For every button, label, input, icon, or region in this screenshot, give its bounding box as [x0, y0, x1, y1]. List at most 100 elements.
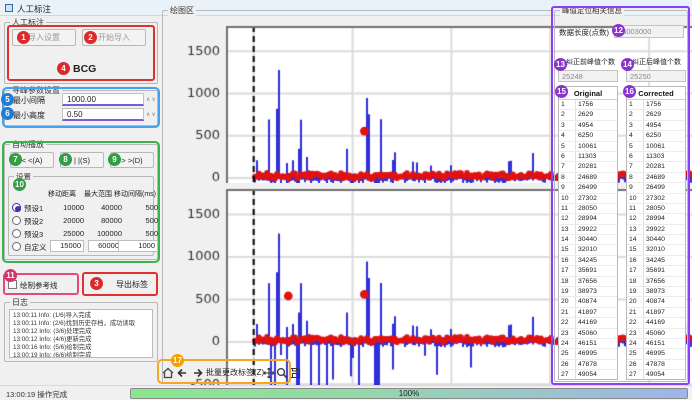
table-row[interactable]: 2446151 [559, 339, 617, 349]
table-row[interactable]: 34954 [627, 121, 685, 131]
row-value: 46151 [578, 340, 597, 347]
table-row[interactable]: 1735691 [559, 266, 617, 276]
table-row[interactable]: 22629 [627, 110, 685, 120]
table-row[interactable]: 2546995 [627, 349, 685, 359]
row-index: 4 [561, 132, 575, 139]
preset-radio-4[interactable] [12, 242, 21, 251]
preset-value: 40000 [88, 203, 122, 212]
preset-radio-3[interactable] [12, 229, 21, 238]
preset-radio-1[interactable] [12, 203, 21, 212]
batch-change-labels-button[interactable]: 批量更改标签(Z) [206, 367, 264, 378]
row-index: 8 [629, 174, 643, 181]
table-row[interactable]: 1128050 [559, 204, 617, 214]
forward-icon[interactable] [191, 366, 203, 378]
table-row[interactable]: 510061 [559, 142, 617, 152]
row-index: 22 [629, 319, 643, 326]
table-row[interactable]: 1634245 [627, 256, 685, 266]
table-row[interactable]: 34954 [559, 121, 617, 131]
table-row[interactable]: 11756 [627, 100, 685, 110]
original-peaks-table[interactable]: Original 1175622629349544625051006161130… [558, 86, 618, 380]
group-autoplay-label: 自动播放 [10, 139, 46, 150]
table-row[interactable]: 824689 [627, 173, 685, 183]
table-row[interactable]: 1837656 [559, 277, 617, 287]
table-row[interactable]: 1329922 [559, 225, 617, 235]
min-interval-input[interactable]: 1000.00 [62, 93, 144, 106]
row-value: 27302 [646, 195, 665, 202]
table-row[interactable]: 1329922 [627, 225, 685, 235]
row-value: 29922 [646, 226, 665, 233]
min-height-spinner[interactable]: ∧∨ [146, 111, 157, 118]
table-row[interactable]: 720281 [627, 162, 685, 172]
row-index: 3 [561, 122, 575, 129]
table-row[interactable]: 1532010 [627, 245, 685, 255]
table-row[interactable]: 1938973 [627, 287, 685, 297]
preset-value-input[interactable]: 1000 [118, 240, 158, 252]
zoom-icon[interactable] [276, 366, 288, 378]
row-index: 15 [561, 246, 575, 253]
table-row[interactable]: 1027302 [559, 194, 617, 204]
table-row[interactable]: 2141897 [627, 308, 685, 318]
table-row[interactable]: 46250 [627, 131, 685, 141]
table-row[interactable]: 611303 [559, 152, 617, 162]
table-row[interactable]: 611303 [627, 152, 685, 162]
table-row[interactable]: 1027302 [627, 194, 685, 204]
back-icon[interactable] [177, 366, 189, 378]
row-value: 37656 [578, 278, 597, 285]
corrected-peaks-table[interactable]: Corrected 117562262934954462505100616113… [626, 86, 686, 380]
table-row[interactable]: 720281 [559, 162, 617, 172]
row-index: 8 [561, 174, 575, 181]
table-row[interactable]: 926499 [559, 183, 617, 193]
row-index: 24 [561, 340, 575, 347]
row-index: 9 [561, 184, 575, 191]
table-row[interactable]: 2749054 [627, 370, 685, 380]
table-row[interactable]: 2546995 [559, 349, 617, 359]
table-row[interactable]: 2647878 [559, 360, 617, 370]
table-row[interactable]: 2345060 [559, 329, 617, 339]
row-index: 13 [561, 226, 575, 233]
row-index: 5 [561, 143, 575, 150]
group-peak-params-label: 寻峰参数设置 [10, 85, 62, 96]
row-value: 30440 [646, 236, 665, 243]
min-height-input[interactable]: 0.50 [62, 108, 144, 121]
table-row[interactable]: 2345060 [627, 329, 685, 339]
table-row[interactable]: 926499 [627, 183, 685, 193]
table-row[interactable]: 2749054 [559, 370, 617, 380]
callout-9: 9 [108, 153, 121, 166]
table-row[interactable]: 1938973 [559, 287, 617, 297]
table-row[interactable]: 2244169 [559, 318, 617, 328]
table-row[interactable]: 1430440 [559, 235, 617, 245]
table-row[interactable]: 1837656 [627, 277, 685, 287]
callout-17: 17 [171, 354, 184, 367]
table-row[interactable]: 824689 [559, 173, 617, 183]
row-index: 13 [629, 226, 643, 233]
table-row[interactable]: 510061 [627, 142, 685, 152]
table-row[interactable]: 1228994 [627, 214, 685, 224]
home-icon[interactable] [162, 366, 174, 378]
table-row[interactable]: 22629 [559, 110, 617, 120]
save-icon[interactable] [289, 366, 301, 378]
preset-value-input[interactable]: 60000 [88, 240, 122, 252]
table-row[interactable]: 11756 [559, 100, 617, 110]
log-box[interactable]: 13:00:11 Info: (1/6)导入完成13:00:11 Info: (… [9, 309, 153, 358]
table-row[interactable]: 2244169 [627, 318, 685, 328]
preset-radio-2[interactable] [12, 216, 21, 225]
progress-bar: 100% [130, 388, 688, 399]
table-row[interactable]: 2141897 [559, 308, 617, 318]
table-row[interactable]: 2647878 [627, 360, 685, 370]
table-row[interactable]: 2040874 [559, 297, 617, 307]
table-row[interactable]: 1735691 [627, 266, 685, 276]
row-value: 40874 [646, 298, 665, 305]
table-row[interactable]: 1128050 [627, 204, 685, 214]
table-row[interactable]: 46250 [559, 131, 617, 141]
preset-value-input[interactable]: 15000 [50, 240, 84, 252]
pan-icon[interactable] [263, 366, 275, 378]
preset-header-move-distance: 移动距离 [48, 189, 76, 199]
table-row[interactable]: 1532010 [559, 245, 617, 255]
table-row[interactable]: 1634245 [559, 256, 617, 266]
table-row[interactable]: 2040874 [627, 297, 685, 307]
table-row[interactable]: 2446151 [627, 339, 685, 349]
status-text: 13:00:19 操作完成 [6, 389, 67, 400]
table-row[interactable]: 1228994 [559, 214, 617, 224]
min-interval-spinner[interactable]: ∧∨ [146, 96, 157, 103]
table-row[interactable]: 1430440 [627, 235, 685, 245]
